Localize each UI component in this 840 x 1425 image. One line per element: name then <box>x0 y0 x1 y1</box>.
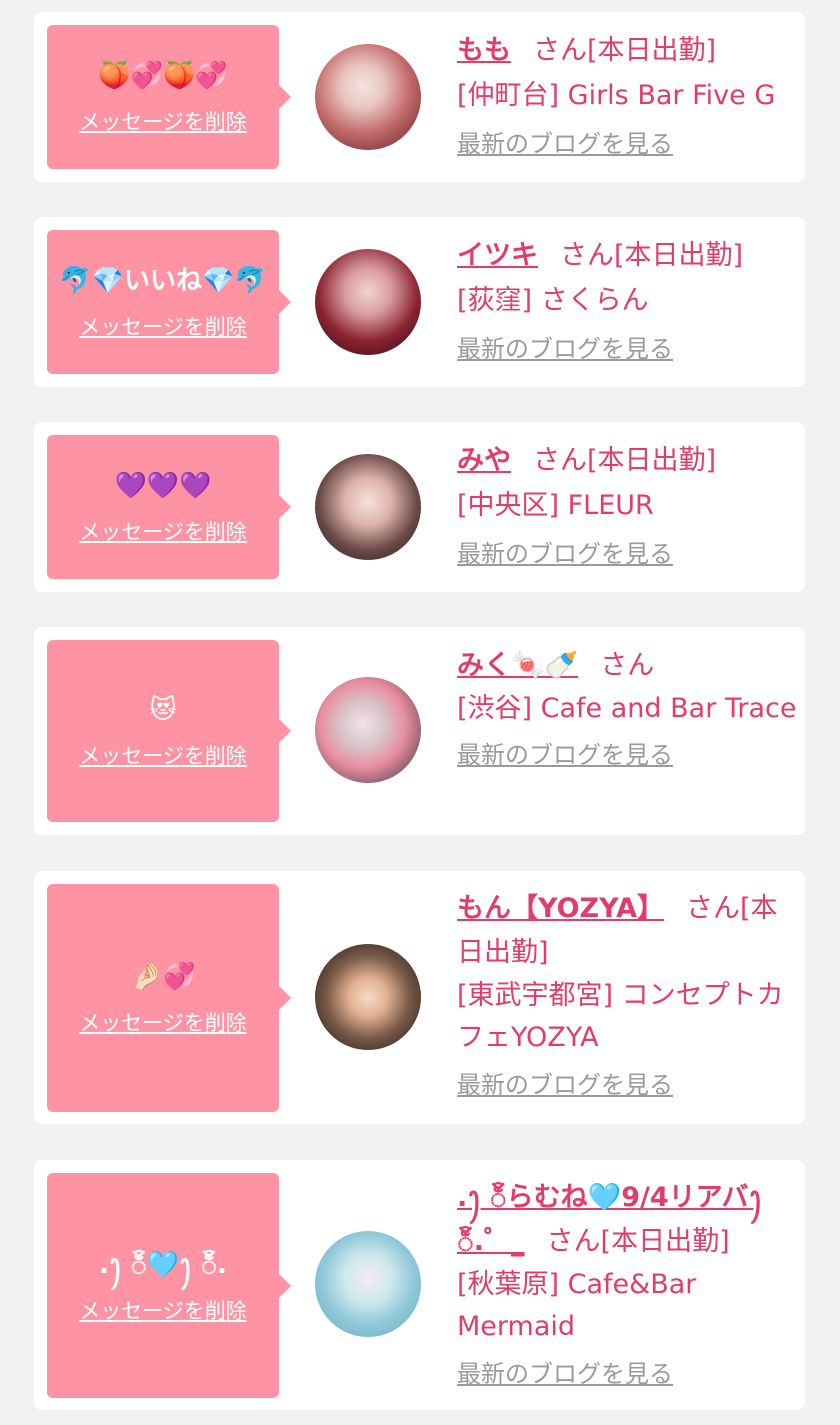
message-text: 💜💜💜 <box>114 471 212 501</box>
shop-info: [仲町台] Girls Bar Five G <box>457 80 776 111</box>
message-bubble: 🐬💎いいね💎🐬 メッセージを削除 <box>47 230 291 374</box>
message-bubble: .ꫂ ၴႅၴ🩵ꫂ ၴႅၴ. メッセージを削除 <box>47 1173 291 1398</box>
avatar[interactable] <box>315 249 421 355</box>
favorite-card: 💜💜💜 メッセージを削除 みや さん[本日出勤] [中央区] FLEUR 最新のブ… <box>34 422 805 592</box>
cast-name-link[interactable]: イツキ <box>457 240 538 271</box>
delete-message-link[interactable]: メッセージを削除 <box>79 742 247 770</box>
cast-name-link[interactable]: みや <box>457 445 511 476</box>
delete-message-link[interactable]: メッセージを削除 <box>79 1009 247 1037</box>
cast-info: .ꫂ ၴႅၴらむね🩵9/4リアバꫂ ၴႅၴ.゜_ さん[本日出勤] [秋葉原] C… <box>457 1176 797 1396</box>
cast-name-link[interactable]: みく🍬🍼 <box>457 650 578 681</box>
avatar[interactable] <box>315 1231 421 1337</box>
delete-message-link[interactable]: メッセージを削除 <box>79 313 247 341</box>
cast-name-link[interactable]: もも <box>457 35 511 66</box>
latest-blog-link[interactable]: 最新のブログを見る <box>457 1067 673 1103</box>
latest-blog-link[interactable]: 最新のブログを見る <box>457 1356 673 1392</box>
favorite-card: .ꫂ ၴႅၴ🩵ꫂ ၴႅၴ. メッセージを削除 .ꫂ ၴႅၴらむね🩵9/4リアバꫂ… <box>34 1160 805 1410</box>
delete-message-link[interactable]: メッセージを削除 <box>79 108 247 136</box>
message-text: 😻 <box>149 695 177 725</box>
message-text: 🐬💎いいね💎🐬 <box>59 266 267 296</box>
latest-blog-link[interactable]: 最新のブログを見る <box>457 536 673 572</box>
latest-blog-link[interactable]: 最新のブログを見る <box>457 737 673 773</box>
message-text: 🤌🏻💞 <box>130 962 196 992</box>
message-bubble: 🤌🏻💞 メッセージを削除 <box>47 884 291 1112</box>
shop-info: [秋葉原] Cafe&Bar Mermaid <box>457 1269 697 1342</box>
cast-name-link[interactable]: もん【YOZYA】 <box>457 893 664 924</box>
delete-message-link[interactable]: メッセージを削除 <box>79 1297 247 1325</box>
cast-suffix: さん <box>600 650 655 681</box>
cast-info: みや さん[本日出勤] [中央区] FLEUR 最新のブログを見る <box>457 438 797 576</box>
message-text: .ꫂ ၴႅၴ🩵ꫂ ၴႅၴ. <box>99 1249 227 1280</box>
favorite-card: 🍑💞🍑💞 メッセージを削除 もも さん[本日出勤] [仲町台] Girls Bar… <box>34 12 805 182</box>
latest-blog-link[interactable]: 最新のブログを見る <box>457 126 673 162</box>
avatar[interactable] <box>315 44 421 150</box>
message-bubble: 😻 メッセージを削除 <box>47 640 291 822</box>
cast-suffix: さん[本日出勤] <box>533 445 717 476</box>
avatar[interactable] <box>315 677 421 783</box>
shop-info: [荻窪] さくらん <box>457 285 649 316</box>
latest-blog-link[interactable]: 最新のブログを見る <box>457 331 673 367</box>
favorite-card: 🤌🏻💞 メッセージを削除 もん【YOZYA】 さん[本日出勤] [東武宇都宮] コ… <box>34 871 805 1124</box>
cast-info: イツキ さん[本日出勤] [荻窪] さくらん 最新のブログを見る <box>457 233 797 371</box>
avatar[interactable] <box>315 454 421 560</box>
message-bubble: 🍑💞🍑💞 メッセージを削除 <box>47 25 291 169</box>
favorite-card: 🐬💎いいね💎🐬 メッセージを削除 イツキ さん[本日出勤] [荻窪] さくらん 最… <box>34 217 805 387</box>
message-text: 🍑💞🍑💞 <box>98 61 228 91</box>
cast-info: みく🍬🍼 さん [渋谷] Cafe and Bar Trace 最新のブログを見る <box>457 643 797 777</box>
favorite-card: 😻 メッセージを削除 みく🍬🍼 さん [渋谷] Cafe and Bar Trac… <box>34 627 805 835</box>
cast-suffix: さん[本日出勤] <box>560 240 744 271</box>
delete-message-link[interactable]: メッセージを削除 <box>79 518 247 546</box>
avatar[interactable] <box>315 944 421 1050</box>
message-bubble: 💜💜💜 メッセージを削除 <box>47 435 291 579</box>
cast-suffix: さん[本日出勤] <box>546 1226 730 1257</box>
shop-info: [渋谷] Cafe and Bar Trace <box>457 693 797 724</box>
cast-info: もん【YOZYA】 さん[本日出勤] [東武宇都宮] コンセプトカフェYOZYA … <box>457 887 797 1107</box>
shop-info: [中央区] FLEUR <box>457 490 654 521</box>
cast-info: もも さん[本日出勤] [仲町台] Girls Bar Five G 最新のブログ… <box>457 28 797 166</box>
cast-suffix: さん[本日出勤] <box>533 35 717 66</box>
shop-info: [東武宇都宮] コンセプトカフェYOZYA <box>457 980 784 1053</box>
